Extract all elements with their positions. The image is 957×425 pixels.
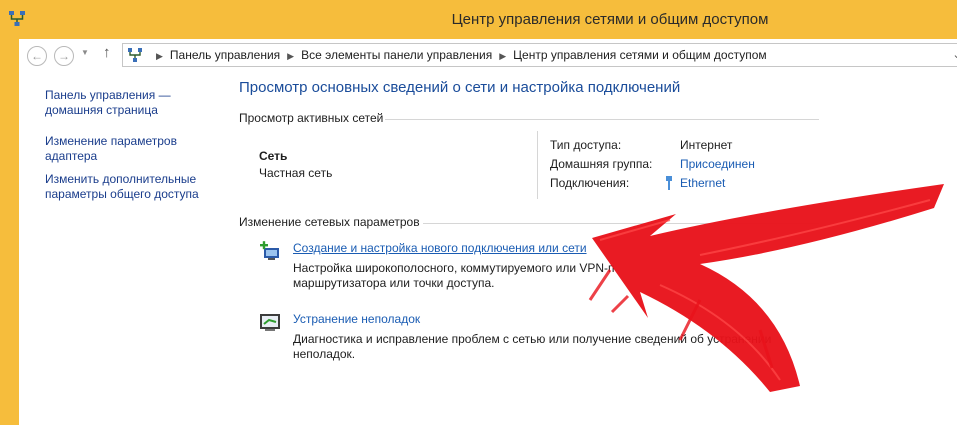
access-type-label: Тип доступа: — [550, 138, 622, 152]
window-title: Центр управления сетями и общим доступом — [451, 11, 769, 28]
task-description-line: маршрутизатора или точки доступа. — [293, 276, 495, 290]
create-connection-description: Настройка широкополосного, коммутируемог… — [293, 261, 773, 291]
task-description-line: неполадок. — [293, 347, 356, 361]
breadcrumb: ▶ Панель управления ▶ Все элементы панели у… — [149, 44, 767, 66]
sidebar-item-label: Изменение параметров — [45, 134, 177, 148]
new-connection-icon — [260, 241, 279, 260]
chevron-right-icon[interactable]: ▶ — [156, 51, 163, 61]
section-heading-change-settings: Изменение сетевых параметров — [239, 215, 420, 229]
arrow-up-icon: ↑ — [103, 44, 111, 61]
vertical-divider — [537, 131, 538, 199]
sidebar-item-control-panel-home[interactable]: Панель управления — домашняя страница — [45, 88, 225, 118]
address-bar[interactable]: ▶ Панель управления ▶ Все элементы панели у… — [122, 43, 957, 67]
connections-label: Подключения: — [550, 176, 630, 190]
main-content: Просмотр основных сведений о сети и наст… — [239, 73, 957, 425]
sidebar-item-advanced-sharing[interactable]: Изменить дополнительные параметры общего… — [45, 172, 225, 202]
sidebar-item-label: адаптера — [45, 149, 98, 163]
chevron-down-icon: ⌄ — [952, 49, 957, 61]
control-panel-icon — [128, 48, 142, 62]
homegroup-label: Домашняя группа: — [550, 157, 653, 171]
arrow-left-icon: ← — [31, 49, 43, 63]
breadcrumb-item[interactable]: Панель управления — [170, 48, 280, 62]
troubleshoot-link[interactable]: Устранение неполадок — [293, 312, 420, 326]
chevron-right-icon[interactable]: ▶ — [499, 51, 506, 61]
task-description-line: Настройка широкополосного, коммутируемог… — [293, 261, 615, 275]
sidebar-item-label: Панель управления — — [45, 88, 171, 102]
ethernet-icon — [666, 176, 672, 190]
breadcrumb-item[interactable]: Все элементы панели управления — [301, 48, 492, 62]
window-titlebar: Центр управления сетями и общим доступом — [0, 0, 957, 39]
network-name: Сеть — [259, 149, 288, 163]
troubleshoot-icon — [260, 314, 280, 331]
task-sidebar: Панель управления — домашняя страница Из… — [45, 88, 225, 211]
troubleshoot-description: Диагностика и исправление проблем с сеть… — [293, 332, 853, 362]
sidebar-item-label: Изменить дополнительные — [45, 172, 197, 186]
chevron-down-icon: ▼ — [81, 48, 89, 57]
create-connection-link[interactable]: Создание и настройка нового подключения … — [293, 241, 587, 255]
sidebar-item-adapter-settings[interactable]: Изменение параметров адаптера — [45, 134, 225, 164]
ethernet-link[interactable]: Ethernet — [680, 176, 725, 190]
window-frame-left — [0, 39, 19, 425]
task-description-line: Диагностика и исправление проблем с сеть… — [293, 332, 772, 346]
sidebar-item-label: домашняя страница — [45, 103, 158, 117]
up-button[interactable]: ↑ — [103, 44, 111, 61]
network-type: Частная сеть — [259, 166, 333, 180]
network-center-icon — [9, 11, 25, 26]
navigation-bar: ← → ▼ ↑ ▶ Панель управления ▶ Все элементы … — [19, 39, 957, 73]
breadcrumb-item[interactable]: Центр управления сетями и общим доступом — [513, 48, 767, 62]
page-title: Просмотр основных сведений о сети и наст… — [239, 79, 681, 96]
section-heading-active-networks: Просмотр активных сетей — [239, 111, 384, 125]
forward-button[interactable]: → — [54, 46, 74, 66]
back-button[interactable]: ← — [27, 46, 47, 66]
section-divider — [385, 119, 819, 120]
sidebar-item-label: параметры общего доступа — [45, 187, 199, 201]
recent-pages-dropdown[interactable]: ▼ — [81, 48, 89, 57]
access-type-value: Интернет — [680, 138, 733, 152]
arrow-right-icon: → — [58, 49, 70, 63]
homegroup-link[interactable]: Присоединен — [680, 157, 755, 171]
address-history-dropdown[interactable]: ⌄ — [950, 44, 957, 66]
chevron-right-icon[interactable]: ▶ — [287, 51, 294, 61]
section-divider — [423, 223, 819, 224]
